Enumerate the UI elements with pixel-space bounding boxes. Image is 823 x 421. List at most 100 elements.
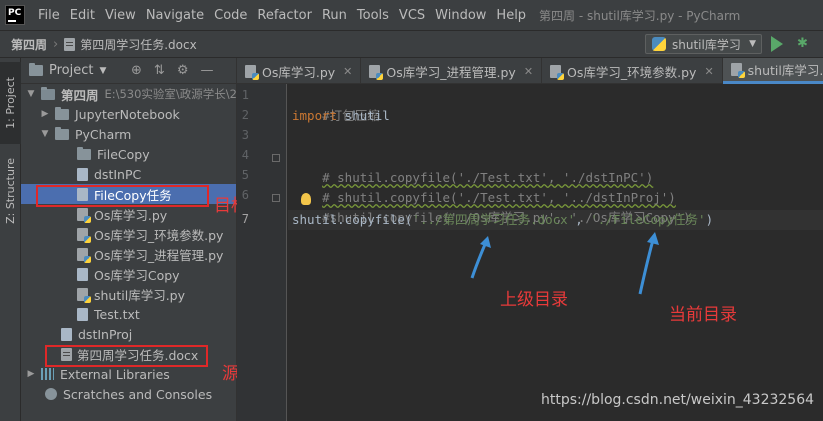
tree-item-filecopy[interactable]: FileCopy (21, 144, 236, 164)
tree-item-pycharm[interactable]: ▼ PyCharm (21, 124, 236, 144)
menu-navigate[interactable]: Navigate (141, 8, 209, 23)
caret-down-icon: ▼ (27, 89, 35, 99)
tree-item-os-env[interactable]: Os库学习_环境参数.py (21, 224, 236, 244)
arrow-up-icon (470, 236, 491, 279)
menu-window[interactable]: Window (430, 8, 491, 23)
tree-item-label: dstInPC (94, 166, 142, 182)
folder-icon (55, 106, 69, 120)
folder-icon (40, 86, 55, 100)
code-keyword: import (292, 108, 338, 123)
editor-tab-bar: Os库学习.py ✕ Os库学习_进程管理.py ✕ Os库学习_环境参数.py… (237, 58, 823, 84)
python-file-icon (730, 63, 745, 78)
tree-item-label: External Libraries (60, 366, 170, 382)
code-punctuation: ) (705, 212, 714, 227)
tree-item-label: Os库学习_环境参数.py (94, 227, 224, 243)
navigation-bar: 第四周 › 第四周学习任务.docx shutil库学习 ▼ ✱ (0, 30, 823, 58)
chevron-down-icon: ▼ (99, 65, 107, 76)
gear-icon[interactable]: ⚙ (177, 63, 189, 78)
folder-icon (55, 126, 69, 140)
tool-tab-project-label: 1: Project (4, 77, 17, 129)
code-editor[interactable]: #打包压缩 import shutil # shutil.copyfile('.… (288, 84, 823, 421)
python-file-icon (77, 287, 91, 303)
tab-shutil[interactable]: shutil库学习.py (722, 58, 823, 84)
file-icon (61, 327, 72, 341)
tree-item-scratches[interactable]: Scratches and Consoles (21, 384, 236, 404)
tree-item-test-txt[interactable]: Test.txt (21, 304, 236, 324)
close-icon[interactable]: ✕ (704, 65, 713, 78)
tool-tab-structure-label: Z: Structure (4, 158, 17, 224)
target-file-highlight (36, 185, 209, 207)
run-button[interactable] (771, 36, 783, 52)
code-line-4: # shutil.copyfile('./Test.txt', './dstIn… (292, 148, 653, 185)
tree-item-os-copy[interactable]: Os库学习Copy (21, 264, 236, 284)
breadcrumb-file[interactable]: 第四周学习任务.docx (64, 36, 197, 53)
menu-file[interactable]: File (33, 8, 65, 23)
tool-tab-structure[interactable]: Z: Structure (0, 150, 21, 232)
tree-item-label: Scratches and Consoles (63, 386, 213, 402)
tree-root-label: 第四周 (60, 87, 99, 103)
tree-item-os-process[interactable]: Os库学习_进程管理.py (21, 244, 236, 264)
tab-label: Os库学习.py (262, 64, 336, 80)
menu-help[interactable]: Help (491, 8, 531, 23)
project-panel-tools: ⊕ ⇅ ⚙ — (131, 63, 213, 78)
debug-bug-icon[interactable]: ✱ (797, 37, 811, 51)
tab-label: shutil库学习.py (747, 63, 823, 78)
tree-item-label: dstInProj (78, 326, 133, 342)
run-configuration-select[interactable]: shutil库学习 ▼ (645, 34, 762, 54)
line-number-current: 7 (241, 212, 249, 226)
tab-os-env[interactable]: Os库学习_环境参数.py ✕ (542, 58, 723, 84)
editor-gutter: 1 2 3 4 5 6 7 (237, 84, 287, 421)
menu-run[interactable]: Run (317, 8, 352, 23)
locate-target-icon[interactable]: ⊕ (131, 63, 142, 78)
menu-edit[interactable]: Edit (65, 8, 100, 23)
code-string-target: './FileCopy任务' (590, 212, 706, 227)
code-string-source: '../第四周学习任务.docx' (412, 212, 576, 227)
menu-code[interactable]: Code (209, 8, 252, 23)
code-module: shutil (337, 108, 390, 123)
python-file-icon (369, 64, 384, 80)
fold-marker-icon[interactable] (272, 194, 280, 202)
hide-panel-icon[interactable]: — (200, 63, 213, 78)
menu-view[interactable]: View (100, 8, 141, 23)
tree-root-path: E:\530实验室\政源学长\2 (104, 87, 237, 101)
breadcrumb-project[interactable]: 第四周 (11, 36, 47, 53)
tree-item-external-libraries[interactable]: ▶ External Libraries (21, 364, 236, 384)
tree-item-os-study[interactable]: Os库学习.py (21, 204, 236, 224)
fold-marker-icon[interactable] (272, 154, 280, 162)
collapse-all-icon[interactable]: ⇅ (154, 63, 165, 78)
pycharm-logo-icon: PC (5, 5, 25, 25)
menu-vcs[interactable]: VCS (394, 8, 430, 23)
tree-item-jupyternotebook[interactable]: ▶ JupyterNotebook (21, 104, 236, 124)
project-view-select[interactable]: Project ▼ (29, 63, 106, 78)
run-configuration-label: shutil库学习 (672, 37, 741, 52)
close-icon[interactable]: ✕ (343, 65, 352, 78)
tree-item-shutil[interactable]: shutil库学习.py (21, 284, 236, 304)
code-call: shutil.copyfile( (292, 212, 413, 227)
tab-os-process[interactable]: Os库学习_进程管理.py ✕ (361, 58, 543, 84)
folder-icon (77, 146, 91, 160)
document-file-icon (64, 37, 76, 51)
library-icon (41, 368, 54, 380)
python-file-icon (77, 247, 91, 263)
code-line-6: #shutil.copyfile('./Os库学习.py', './Os库学习C… (292, 188, 691, 225)
line-number: 1 (241, 88, 249, 102)
tree-item-label: shutil库学习.py (94, 287, 186, 303)
source-file-highlight (45, 345, 208, 367)
logo-text: PC (8, 8, 22, 18)
tab-os-study[interactable]: Os库学习.py ✕ (237, 58, 362, 84)
menu-refactor[interactable]: Refactor (252, 8, 317, 23)
close-icon[interactable]: ✕ (524, 65, 533, 78)
scratches-icon (45, 388, 57, 400)
watermark: https://blog.csdn.net/weixin_43232564 (541, 392, 815, 408)
tool-tab-project[interactable]: 1: Project (0, 62, 21, 144)
tree-item-dstinproj[interactable]: dstInProj (21, 324, 236, 344)
python-file-icon (550, 64, 565, 80)
tree-root[interactable]: ▼ 第四周 E:\530实验室\政源学长\2 (21, 84, 237, 104)
menu-tools[interactable]: Tools (352, 8, 394, 23)
line-number: 6 (241, 188, 249, 202)
tree-item-dstinpc[interactable]: dstInPC (21, 164, 236, 184)
code-line-2: import shutil (292, 106, 390, 126)
arrow-up-icon (638, 232, 659, 295)
caret-right-icon: ▶ (41, 109, 49, 119)
folder-icon (29, 63, 43, 76)
